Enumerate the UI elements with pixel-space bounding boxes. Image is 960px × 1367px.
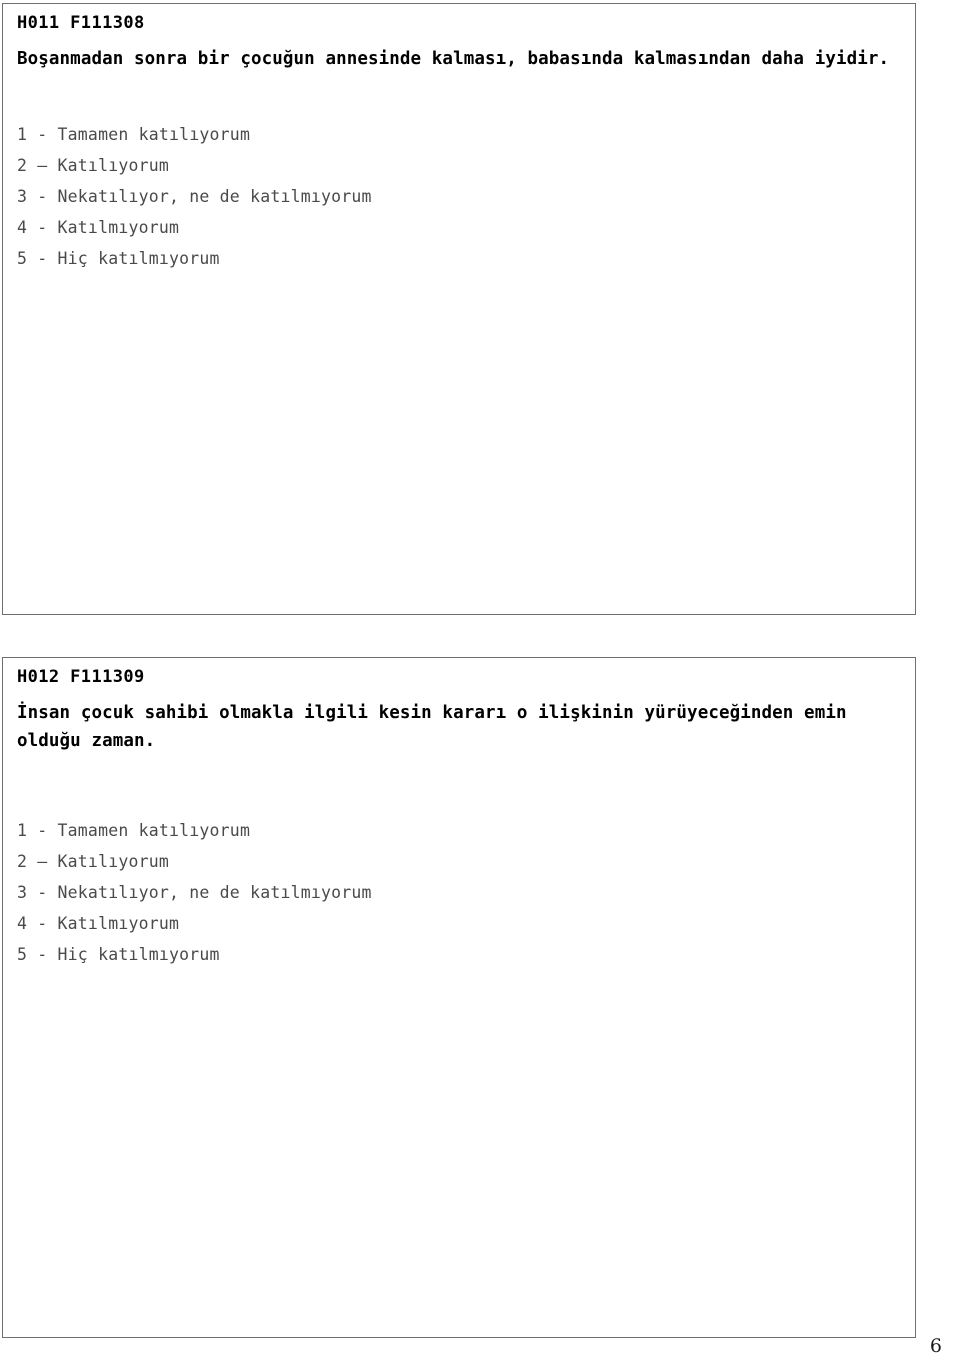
answer-option[interactable]: 4 - Katılmıyorum: [17, 212, 903, 243]
question-block-content: H011 F111308 Boşanmadan sonra bir çocuğu…: [3, 4, 915, 274]
question-statement: Boşanmadan sonra bir çocuğun annesinde k…: [17, 49, 890, 69]
answer-option[interactable]: 3 - Nekatılıyor, ne de katılmıyorum: [17, 181, 903, 212]
answer-option[interactable]: 3 - Nekatılıyor, ne de katılmıyorum: [17, 877, 903, 908]
question-block: H011 F111308 Boşanmadan sonra bir çocuğu…: [2, 3, 916, 615]
document-page: H011 F111308 Boşanmadan sonra bir çocuğu…: [0, 0, 960, 1367]
question-code: H011 F111308: [17, 13, 145, 33]
answer-option[interactable]: 5 - Hiç katılmıyorum: [17, 243, 903, 274]
answer-option[interactable]: 2 – Katılıyorum: [17, 150, 903, 181]
answer-options-list: 1 - Tamamen katılıyorum 2 – Katılıyorum …: [15, 119, 903, 274]
answer-option[interactable]: 2 – Katılıyorum: [17, 846, 903, 877]
answer-option[interactable]: 4 - Katılmıyorum: [17, 908, 903, 939]
question-block-content: H012 F111309 İnsan çocuk sahibi olmakla …: [3, 658, 915, 970]
answer-options-list: 1 - Tamamen katılıyorum 2 – Katılıyorum …: [15, 815, 903, 970]
answer-option[interactable]: 1 - Tamamen katılıyorum: [17, 815, 903, 846]
question-statement: İnsan çocuk sahibi olmakla ilgili kesin …: [17, 703, 847, 751]
page-number: 6: [929, 1335, 942, 1357]
question-block: H012 F111309 İnsan çocuk sahibi olmakla …: [2, 657, 916, 1338]
question-code: H012 F111309: [17, 667, 145, 687]
answer-option[interactable]: 1 - Tamamen katılıyorum: [17, 119, 903, 150]
answer-option[interactable]: 5 - Hiç katılmıyorum: [17, 939, 903, 970]
